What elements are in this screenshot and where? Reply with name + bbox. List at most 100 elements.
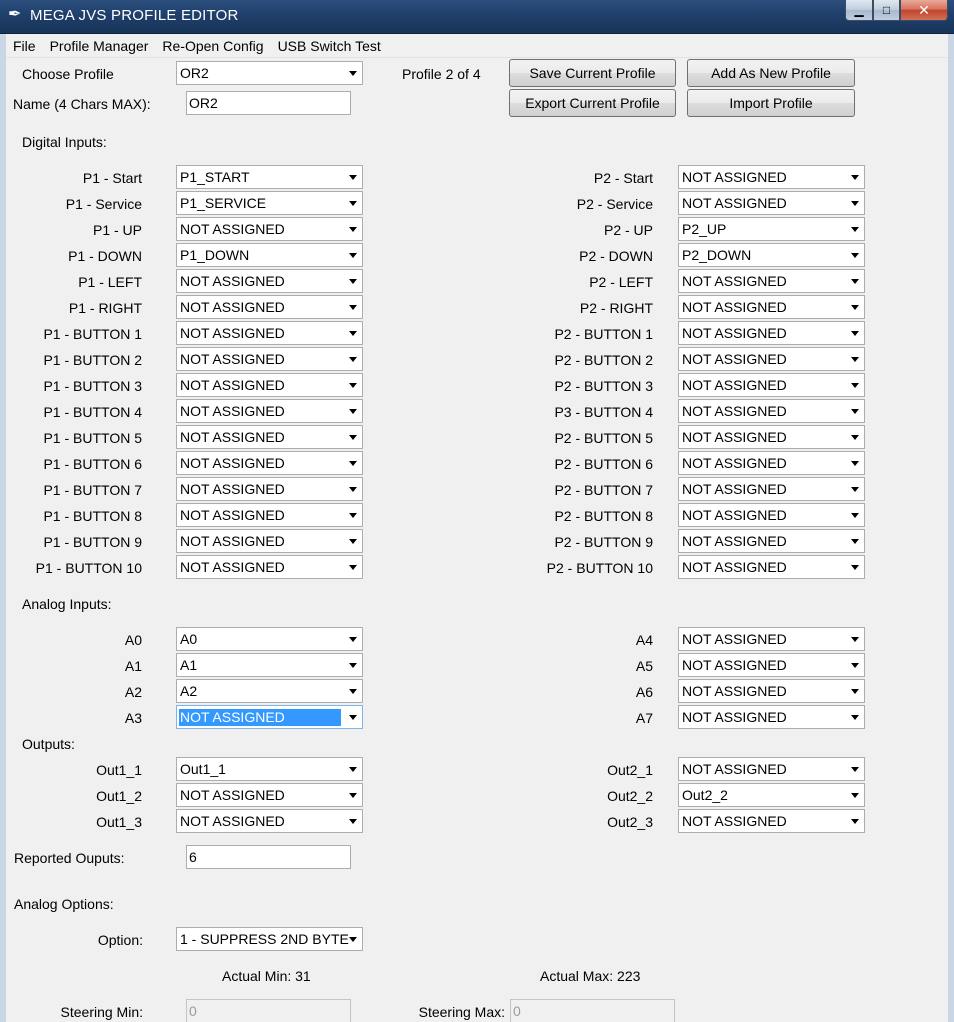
select-p1-right[interactable]: NOT ASSIGNED	[176, 295, 363, 319]
name-input[interactable]: OR2	[186, 91, 351, 115]
export-current-profile-button[interactable]: Export Current Profile	[509, 89, 676, 117]
title-bar[interactable]: ✒ MEGA JVS PROFILE EDITOR ▁ □ ✕	[0, 0, 954, 34]
select-p2-left[interactable]: NOT ASSIGNED	[678, 269, 865, 293]
select-p1-down[interactable]: P1_DOWN	[176, 243, 363, 267]
chevron-down-icon	[349, 793, 357, 798]
select-value: NOT ASSIGNED	[682, 683, 787, 699]
select-p1-button-4[interactable]: NOT ASSIGNED	[176, 399, 363, 423]
select-p1-button-5[interactable]: NOT ASSIGNED	[176, 425, 363, 449]
label-p1-down: P1 - DOWN	[68, 248, 142, 264]
chevron-down-icon	[349, 637, 357, 642]
chevron-down-icon	[349, 331, 357, 336]
select-p1-button-7[interactable]: NOT ASSIGNED	[176, 477, 363, 501]
label-p1-button-8: P1 - BUTTON 8	[43, 508, 142, 524]
select-value: Out1_1	[180, 761, 226, 777]
label-p1-button-7: P1 - BUTTON 7	[43, 482, 142, 498]
select-a4[interactable]: NOT ASSIGNED	[678, 627, 865, 651]
menu-file[interactable]: File	[6, 35, 43, 57]
select-p1-button-1[interactable]: NOT ASSIGNED	[176, 321, 363, 345]
profile-select[interactable]: OR2	[176, 61, 363, 85]
select-p2-button-5[interactable]: NOT ASSIGNED	[678, 425, 865, 449]
select-p1-button-8[interactable]: NOT ASSIGNED	[176, 503, 363, 527]
select-p1-button-10[interactable]: NOT ASSIGNED	[176, 555, 363, 579]
import-profile-button[interactable]: Import Profile	[687, 89, 855, 117]
select-a3[interactable]: NOT ASSIGNED	[176, 705, 363, 729]
save-current-profile-button[interactable]: Save Current Profile	[509, 59, 676, 87]
chevron-down-icon	[349, 819, 357, 824]
label-p1-button-4: P1 - BUTTON 4	[43, 404, 142, 420]
select-p2-button-8[interactable]: NOT ASSIGNED	[678, 503, 865, 527]
label-a5: A5	[635, 658, 653, 674]
select-value: NOT ASSIGNED	[682, 657, 787, 673]
minimize-button[interactable]: ▁	[845, 0, 873, 21]
select-value: NOT ASSIGNED	[682, 481, 787, 497]
steering-min-value: 0	[189, 1003, 197, 1019]
select-a7[interactable]: NOT ASSIGNED	[678, 705, 865, 729]
chevron-down-icon	[349, 689, 357, 694]
chevron-down-icon	[349, 565, 357, 570]
select-p1-up[interactable]: NOT ASSIGNED	[176, 217, 363, 241]
select-out1-3[interactable]: NOT ASSIGNED	[176, 809, 363, 833]
select-p1-service[interactable]: P1_SERVICE	[176, 191, 363, 215]
select-value: NOT ASSIGNED	[180, 221, 285, 237]
select-p2-button-6[interactable]: NOT ASSIGNED	[678, 451, 865, 475]
add-as-new-profile-button[interactable]: Add As New Profile	[687, 59, 855, 87]
label-p1-start: P1 - Start	[82, 170, 142, 186]
select-a6[interactable]: NOT ASSIGNED	[678, 679, 865, 703]
select-value: NOT ASSIGNED	[682, 377, 787, 393]
select-p2-service[interactable]: NOT ASSIGNED	[678, 191, 865, 215]
select-p1-button-2[interactable]: NOT ASSIGNED	[176, 347, 363, 371]
chevron-down-icon	[349, 201, 357, 206]
select-value: P2_DOWN	[682, 247, 752, 263]
chevron-down-icon	[349, 357, 357, 362]
select-a5[interactable]: NOT ASSIGNED	[678, 653, 865, 677]
label-a1: A1	[124, 658, 142, 674]
select-p2-right[interactable]: NOT ASSIGNED	[678, 295, 865, 319]
maximize-button[interactable]: □	[873, 0, 900, 21]
menu-usb-switch-test[interactable]: USB Switch Test	[271, 35, 388, 57]
select-p2-button-9[interactable]: NOT ASSIGNED	[678, 529, 865, 553]
select-p2-button-2[interactable]: NOT ASSIGNED	[678, 347, 865, 371]
select-a2[interactable]: A2	[176, 679, 363, 703]
chevron-down-icon	[851, 689, 859, 694]
select-value: Out2_2	[682, 787, 728, 803]
select-out2-1[interactable]: NOT ASSIGNED	[678, 757, 865, 781]
select-p2-down[interactable]: P2_DOWN	[678, 243, 865, 267]
select-out2-2[interactable]: Out2_2	[678, 783, 865, 807]
close-button[interactable]: ✕	[900, 0, 948, 21]
select-p2-button-3[interactable]: NOT ASSIGNED	[678, 373, 865, 397]
select-out1-1[interactable]: Out1_1	[176, 757, 363, 781]
chevron-down-icon	[349, 715, 357, 720]
select-out1-2[interactable]: NOT ASSIGNED	[176, 783, 363, 807]
select-p2-button-10[interactable]: NOT ASSIGNED	[678, 555, 865, 579]
select-a0[interactable]: A0	[176, 627, 363, 651]
maximize-icon: □	[882, 3, 891, 17]
label-p1-button-9: P1 - BUTTON 9	[43, 534, 142, 550]
select-value: NOT ASSIGNED	[682, 325, 787, 341]
chevron-down-icon	[349, 435, 357, 440]
select-value: NOT ASSIGNED	[180, 299, 285, 315]
menu-reopen-config[interactable]: Re-Open Config	[155, 35, 270, 57]
select-p3-button-4[interactable]: NOT ASSIGNED	[678, 399, 865, 423]
digital-inputs-heading: Digital Inputs:	[22, 134, 107, 150]
analog-option-select[interactable]: 1 - SUPPRESS 2ND BYTE	[176, 927, 363, 951]
select-p1-button-3[interactable]: NOT ASSIGNED	[176, 373, 363, 397]
label-p2-right: P2 - RIGHT	[579, 300, 653, 316]
steering-max-value: 0	[513, 1003, 521, 1019]
select-p1-button-9[interactable]: NOT ASSIGNED	[176, 529, 363, 553]
label-p1-up: P1 - UP	[92, 222, 142, 238]
actual-min-text: Actual Min: 31	[222, 968, 311, 984]
select-p2-button-7[interactable]: NOT ASSIGNED	[678, 477, 865, 501]
select-p1-start[interactable]: P1_START	[176, 165, 363, 189]
menu-profile-manager[interactable]: Profile Manager	[43, 35, 156, 57]
select-a1[interactable]: A1	[176, 653, 363, 677]
label-p2-left: P2 - LEFT	[589, 274, 653, 290]
select-p2-start[interactable]: NOT ASSIGNED	[678, 165, 865, 189]
select-p2-button-1[interactable]: NOT ASSIGNED	[678, 321, 865, 345]
select-p2-up[interactable]: P2_UP	[678, 217, 865, 241]
name-label: Name (4 Chars MAX):	[13, 96, 151, 112]
select-out2-3[interactable]: NOT ASSIGNED	[678, 809, 865, 833]
select-p1-button-6[interactable]: NOT ASSIGNED	[176, 451, 363, 475]
select-p1-left[interactable]: NOT ASSIGNED	[176, 269, 363, 293]
reported-outputs-input[interactable]: 6	[186, 845, 351, 869]
